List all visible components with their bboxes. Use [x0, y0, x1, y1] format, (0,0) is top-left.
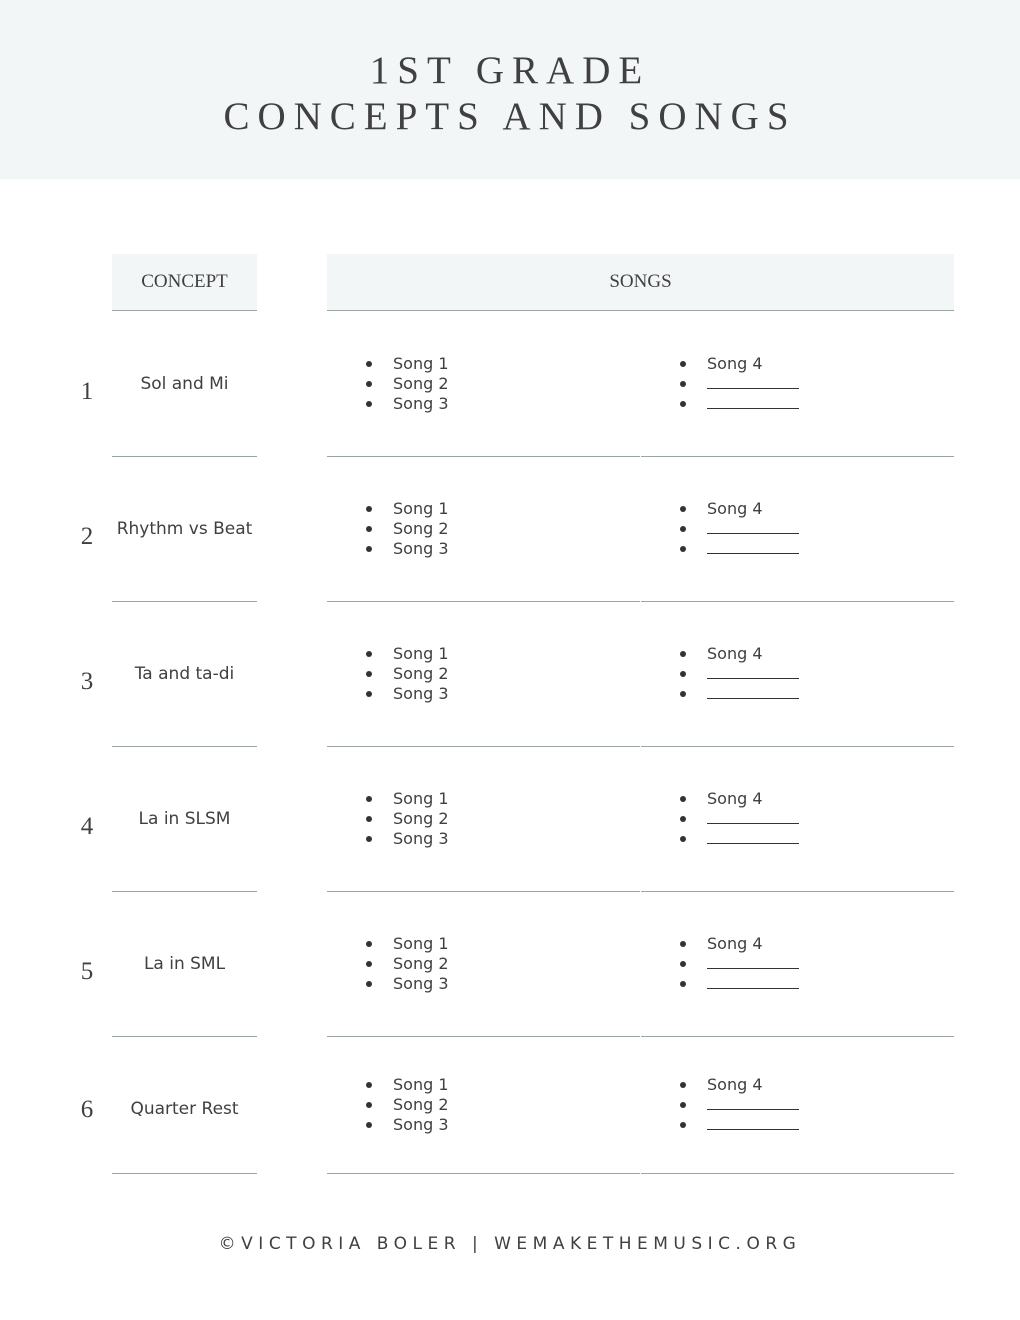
blank-song-item [679, 974, 799, 994]
row-divider [112, 1173, 257, 1174]
concept-name: Ta and ta-di [134, 664, 235, 684]
concept-name: La in SLSM [138, 809, 231, 829]
blank-song-item [679, 809, 799, 829]
concept-name: Rhythm vs Beat [116, 519, 253, 539]
blank-song-item [679, 684, 799, 704]
copyright-footer: ©VICTORIA BOLER | WEMAKETHEMUSIC.ORG [218, 1234, 802, 1254]
concept-name: Quarter Rest [130, 1099, 239, 1119]
song-list-left: Song 1 Song 2 Song 3 [365, 934, 449, 994]
song-list-right: Song 4 [679, 644, 799, 704]
list-item: Song 3 [365, 684, 449, 704]
blank-song-item [679, 1115, 799, 1135]
list-item: Song 4 [679, 789, 799, 809]
row-number: 5 [80, 957, 94, 985]
blank-write-line[interactable] [707, 664, 799, 679]
list-item: Song 2 [365, 519, 449, 539]
row-number: 6 [80, 1095, 94, 1123]
list-item: Song 2 [365, 954, 449, 974]
songs-column-header: SONGS [327, 254, 954, 311]
table-row: 4 La in SLSM Song 1 Song 2 Song 3 Song 4 [0, 746, 1020, 892]
song-list-left: Song 1 Song 2 Song 3 [365, 354, 449, 414]
blank-song-item [679, 394, 799, 414]
blank-write-line[interactable] [707, 974, 799, 989]
blank-write-line[interactable] [707, 394, 799, 409]
title-banner: 1ST GRADE CONCEPTS AND SONGS [0, 0, 1020, 179]
page-title: 1ST GRADE CONCEPTS AND SONGS [0, 48, 1020, 140]
list-item: Song 3 [365, 539, 449, 559]
list-item: Song 1 [365, 1075, 449, 1095]
song-list-right: Song 4 [679, 499, 799, 559]
blank-write-line[interactable] [707, 1095, 799, 1110]
table-row: 5 La in SML Song 1 Song 2 Song 3 Song 4 [0, 891, 1020, 1037]
blank-write-line[interactable] [707, 374, 799, 389]
list-item: Song 1 [365, 499, 449, 519]
table-row: 6 Quarter Rest Song 1 Song 2 Song 3 Song 4 [0, 1036, 1020, 1174]
song-list-right: Song 4 [679, 1075, 799, 1135]
blank-song-item [679, 1095, 799, 1115]
row-number: 1 [80, 377, 94, 405]
blank-song-item [679, 374, 799, 394]
list-item: Song 1 [365, 934, 449, 954]
blank-song-item [679, 539, 799, 559]
row-divider [327, 1173, 640, 1174]
row-divider [641, 1173, 954, 1174]
list-item: Song 4 [679, 934, 799, 954]
song-list-left: Song 1 Song 2 Song 3 [365, 789, 449, 849]
row-number: 2 [80, 522, 94, 550]
concept-column-header: CONCEPT [112, 254, 257, 311]
list-item: Song 3 [365, 974, 449, 994]
list-item: Song 1 [365, 789, 449, 809]
concept-name: La in SML [143, 954, 226, 974]
list-item: Song 2 [365, 809, 449, 829]
blank-write-line[interactable] [707, 539, 799, 554]
title-line-2: CONCEPTS AND SONGS [223, 95, 797, 138]
song-list-right: Song 4 [679, 789, 799, 849]
list-item: Song 4 [679, 499, 799, 519]
row-number: 4 [80, 812, 94, 840]
song-list-right: Song 4 [679, 934, 799, 994]
table-row: 1 Sol and Mi Song 1 Song 2 Song 3 Song 4 [0, 311, 1020, 457]
song-list-left: Song 1 Song 2 Song 3 [365, 1075, 449, 1135]
list-item: Song 1 [365, 644, 449, 664]
song-list-right: Song 4 [679, 354, 799, 414]
blank-write-line[interactable] [707, 954, 799, 969]
song-list-left: Song 1 Song 2 Song 3 [365, 499, 449, 559]
title-line-1: 1ST GRADE [369, 49, 651, 92]
table-row: 3 Ta and ta-di Song 1 Song 2 Song 3 Song 4 [0, 601, 1020, 747]
list-item: Song 3 [365, 394, 449, 414]
blank-write-line[interactable] [707, 809, 799, 824]
blank-song-item [679, 519, 799, 539]
blank-write-line[interactable] [707, 684, 799, 699]
blank-song-item [679, 954, 799, 974]
list-item: Song 2 [365, 1095, 449, 1115]
blank-song-item [679, 664, 799, 684]
blank-write-line[interactable] [707, 1115, 799, 1130]
list-item: Song 4 [679, 1075, 799, 1095]
list-item: Song 2 [365, 664, 449, 684]
list-item: Song 3 [365, 1115, 449, 1135]
row-number: 3 [80, 667, 94, 695]
blank-write-line[interactable] [707, 829, 799, 844]
list-item: Song 2 [365, 374, 449, 394]
list-item: Song 1 [365, 354, 449, 374]
list-item: Song 3 [365, 829, 449, 849]
list-item: Song 4 [679, 644, 799, 664]
blank-song-item [679, 829, 799, 849]
concept-name: Sol and Mi [140, 374, 229, 394]
table-row: 2 Rhythm vs Beat Song 1 Song 2 Song 3 Song 4 [0, 456, 1020, 602]
list-item: Song 4 [679, 354, 799, 374]
song-list-left: Song 1 Song 2 Song 3 [365, 644, 449, 704]
blank-write-line[interactable] [707, 519, 799, 534]
